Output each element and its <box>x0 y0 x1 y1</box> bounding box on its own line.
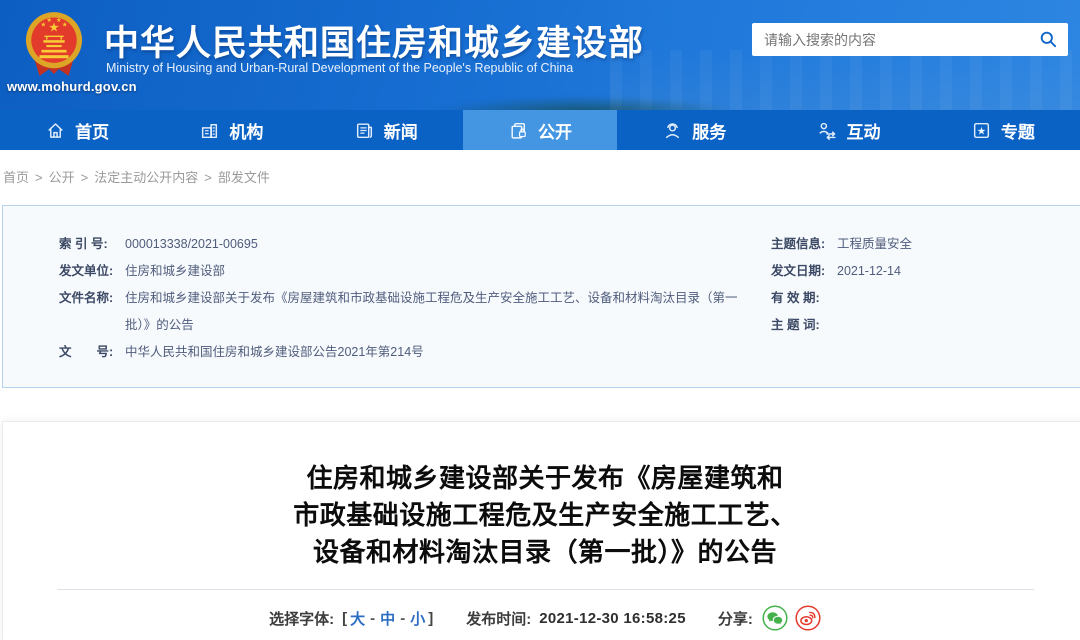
weibo-icon <box>795 605 821 631</box>
meta-value: 工程质量安全 <box>837 231 912 258</box>
topics-icon: ★ <box>971 120 992 141</box>
svg-text:★: ★ <box>62 22 68 29</box>
breadcrumb-item-disclosure[interactable]: 公开 <box>49 170 75 185</box>
meta-label: 索 引 号: <box>59 231 115 258</box>
interaction-icon <box>817 120 838 141</box>
breadcrumb-item-home[interactable]: 首页 <box>3 170 29 185</box>
publish-time-value: 2021-12-30 16:58:25 <box>539 610 686 627</box>
article-divider <box>57 589 1034 590</box>
meta-value: 2021-12-14 <box>837 258 901 285</box>
search-button[interactable] <box>1028 23 1068 56</box>
font-size-dash: - <box>400 610 405 627</box>
meta-label: 文件名称: <box>59 285 115 312</box>
service-icon <box>662 120 683 141</box>
publish-time-label: 发布时间: <box>466 608 531 629</box>
meta-row-document-name: 文件名称: 住房和城乡建设部关于发布《房屋建筑和市政基础设施工程危及生产安全施工… <box>59 285 751 339</box>
nav-item-disclosure[interactable]: 公开 <box>463 110 617 150</box>
meta-value: 中华人民共和国住房和城乡建设部公告2021年第214号 <box>125 339 424 366</box>
article-title-line: 设备和材料淘汰目录（第一批）》的公告 <box>3 534 1080 571</box>
meta-row-validity: 有 效 期: <box>771 285 1071 312</box>
nav-item-news[interactable]: 新闻 <box>309 110 463 150</box>
meta-label: 有 效 期: <box>771 285 827 312</box>
meta-value: 000013338/2021-00695 <box>125 231 258 258</box>
breadcrumb: 首页 > 公开 > 法定主动公开内容 > 部发文件 <box>0 150 1080 205</box>
bracket-close: ] <box>428 610 433 627</box>
font-select-label: 选择字体: <box>269 608 334 629</box>
article-info-bar: 选择字体: [ 大 - 中 - 小 ] 发布时间: 2021-12-30 16:… <box>3 605 1080 631</box>
meta-label: 发文日期: <box>771 258 827 285</box>
font-size-small-link[interactable]: 小 <box>410 608 425 629</box>
meta-value: 住房和城乡建设部关于发布《房屋建筑和市政基础设施工程危及生产安全施工工艺、设备和… <box>125 285 751 339</box>
main-nav: 首页 机构 新闻 公开 服务 <box>0 110 1080 150</box>
search-icon <box>1039 30 1058 49</box>
svg-text:★: ★ <box>977 125 986 137</box>
nav-label: 机构 <box>229 118 263 143</box>
article-title-line: 住房和城乡建设部关于发布《房屋建筑和 <box>3 460 1080 497</box>
wechat-icon <box>762 605 788 631</box>
share-weibo-button[interactable] <box>795 605 821 631</box>
home-icon <box>45 120 66 141</box>
breadcrumb-item-statutory[interactable]: 法定主动公开内容 <box>94 170 198 185</box>
meta-row-issue-date: 发文日期: 2021-12-14 <box>771 258 1071 285</box>
nav-label: 专题 <box>1001 118 1035 143</box>
meta-label: 主题信息: <box>771 231 827 258</box>
nav-item-organization[interactable]: 机构 <box>154 110 308 150</box>
share-wechat-button[interactable] <box>762 605 788 631</box>
news-icon <box>354 120 375 141</box>
breadcrumb-separator: > <box>204 170 212 185</box>
site-title-en: Ministry of Housing and Urban-Rural Deve… <box>106 61 573 75</box>
share-group: 分享: <box>718 605 821 631</box>
article-title: 住房和城乡建设部关于发布《房屋建筑和 市政基础设施工程危及生产安全施工工艺、 设… <box>3 460 1080 571</box>
meta-value: 住房和城乡建设部 <box>125 258 225 285</box>
organization-icon <box>199 120 220 141</box>
font-size-large-link[interactable]: 大 <box>350 608 365 629</box>
nav-label: 首页 <box>75 118 109 143</box>
font-size-selector: 选择字体: [ 大 - 中 - 小 ] <box>269 608 434 629</box>
share-label: 分享: <box>718 608 753 629</box>
svg-text:★: ★ <box>46 17 52 24</box>
publish-time-group: 发布时间: 2021-12-30 16:58:25 <box>466 608 686 629</box>
header-foliage-decoration <box>430 96 740 110</box>
meta-label: 发文单位: <box>59 258 115 285</box>
nav-label: 公开 <box>538 118 572 143</box>
nav-item-topics[interactable]: ★ 专题 <box>926 110 1080 150</box>
meta-row-issuing-unit: 发文单位: 住房和城乡建设部 <box>59 258 751 285</box>
share-icons <box>762 605 821 631</box>
article-title-line: 市政基础设施工程危及生产安全施工工艺、 <box>3 497 1080 534</box>
meta-row-keywords: 主 题 词: <box>771 312 1071 339</box>
nav-label: 新闻 <box>384 118 418 143</box>
meta-row-topic-info: 主题信息: 工程质量安全 <box>771 231 1071 258</box>
search-input[interactable] <box>752 32 1028 48</box>
meta-row-document-number: 文 号: 中华人民共和国住房和城乡建设部公告2021年第214号 <box>59 339 751 366</box>
site-header: ★ ★ ★ ★ ★ www.mohurd.gov.cn 中华人民共和国住房和城乡… <box>0 0 1080 110</box>
disclosure-icon <box>508 120 529 141</box>
meta-column-left: 索 引 号: 000013338/2021-00695 发文单位: 住房和城乡建… <box>59 231 751 366</box>
nav-label: 服务 <box>692 118 726 143</box>
article-panel: 住房和城乡建设部关于发布《房屋建筑和 市政基础设施工程危及生产安全施工工艺、 设… <box>2 421 1080 640</box>
meta-row-index-number: 索 引 号: 000013338/2021-00695 <box>59 231 751 258</box>
nav-item-interaction[interactable]: 互动 <box>771 110 925 150</box>
bracket-open: [ <box>342 610 347 627</box>
document-meta-box: 索 引 号: 000013338/2021-00695 发文单位: 住房和城乡建… <box>2 205 1080 388</box>
site-url: www.mohurd.gov.cn <box>7 79 137 94</box>
site-title-zh: 中华人民共和国住房和城乡建设部 <box>104 15 644 66</box>
meta-label: 主 题 词: <box>771 312 827 339</box>
search-box <box>752 23 1068 56</box>
breadcrumb-item-ministry-documents[interactable]: 部发文件 <box>218 170 270 185</box>
nav-label: 互动 <box>847 118 881 143</box>
font-size-medium-link[interactable]: 中 <box>380 608 395 629</box>
nav-item-home[interactable]: 首页 <box>0 110 154 150</box>
meta-label: 文 号: <box>59 339 115 366</box>
meta-column-right: 主题信息: 工程质量安全 发文日期: 2021-12-14 有 效 期: 主 题… <box>771 231 1071 339</box>
breadcrumb-separator: > <box>35 170 43 185</box>
font-size-dash: - <box>370 610 375 627</box>
breadcrumb-separator: > <box>81 170 89 185</box>
nav-item-service[interactable]: 服务 <box>617 110 771 150</box>
national-emblem-icon: ★ ★ ★ ★ ★ <box>25 10 83 80</box>
